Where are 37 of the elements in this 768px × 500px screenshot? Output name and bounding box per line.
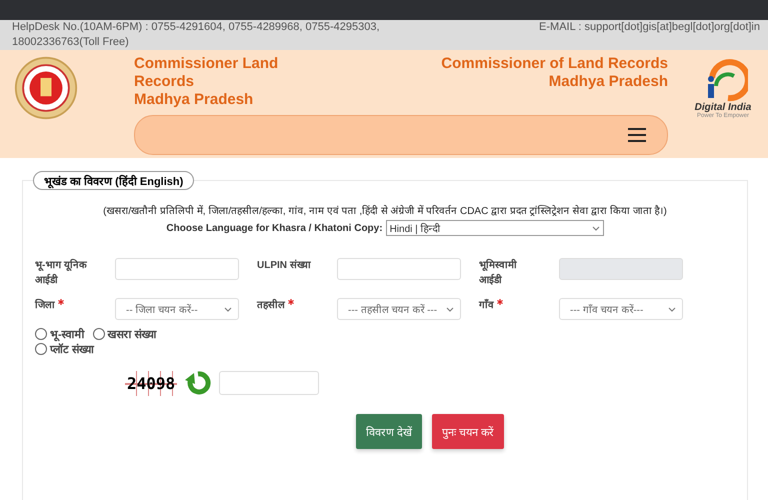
field-label: तहसील xyxy=(257,298,285,313)
refresh-icon[interactable] xyxy=(185,370,212,396)
chevron-icon xyxy=(592,226,600,230)
radio-option[interactable]: प्लॉट संख्या xyxy=(35,341,195,356)
input-field[interactable] xyxy=(337,258,461,280)
radio-option[interactable]: भू-स्वामी xyxy=(35,326,85,341)
helpdesk-text: HelpDesk No.(10AM-6PM) : 0755-4291604, 0755-4289968, 0755-4295303, 18002336763(Toll Free) xyxy=(12,20,381,50)
captcha-image: 24098 xyxy=(125,370,178,396)
language-select[interactable]: Hindi | हिन्दी xyxy=(386,220,604,236)
action-button[interactable]: विवरण देखें xyxy=(356,414,422,449)
section-legend: भूखंड का विवरण (हिंदी English) xyxy=(33,171,194,190)
field-label: भू-भाग यूनिक आईडी xyxy=(35,258,88,288)
field-label: भूमिस्वामी आईडी xyxy=(479,258,518,288)
chevron-icon xyxy=(224,306,232,312)
action-button[interactable]: पुनः चयन करें xyxy=(432,414,504,449)
site-title: Records xyxy=(134,73,196,91)
field-label: जिला xyxy=(35,298,55,313)
emblem-icon xyxy=(14,56,78,120)
menu-icon[interactable] xyxy=(627,128,647,142)
captcha-field[interactable] xyxy=(219,371,320,395)
site-title: Commissioner Land xyxy=(134,55,278,73)
select-field[interactable]: --- गाँव चयन करें--- xyxy=(559,298,683,320)
email-text: E-MAIL : support[dot]gis[at]begl[dot]org[dot]in xyxy=(539,20,760,35)
site-title: Commissioner of Land Records xyxy=(441,55,668,73)
input-field[interactable] xyxy=(115,258,239,280)
note-text: (खसरा/खतौनी प्रतिलिपी में, जिला/तहसील/हल्का, गांव, नाम एवं पता ,हिंदी से अंग्रेजी में परिवर्तन CDAC द्वारा प्रदत ट्रांस्लिट्रेशन सेवा द्वारा किया जाता है।) xyxy=(102,204,668,217)
chevron-icon xyxy=(446,306,454,312)
select-field[interactable]: --- तहसील चयन करें --- xyxy=(337,298,461,320)
site-title: Madhya Pradesh xyxy=(134,91,254,109)
radio-option[interactable]: खसरा संख्या xyxy=(92,326,157,341)
language-label: Choose Language for Khasra / Khatoni Copy: xyxy=(166,222,383,234)
logo-text: Digital India xyxy=(694,102,752,113)
chevron-icon xyxy=(668,306,676,312)
select-field[interactable]: -- जिला चयन करें-- xyxy=(115,298,239,320)
site-title: Madhya Pradesh xyxy=(548,73,668,91)
field-label: गाँव xyxy=(479,298,494,313)
field-label: ULPIN संख्या xyxy=(257,258,311,273)
